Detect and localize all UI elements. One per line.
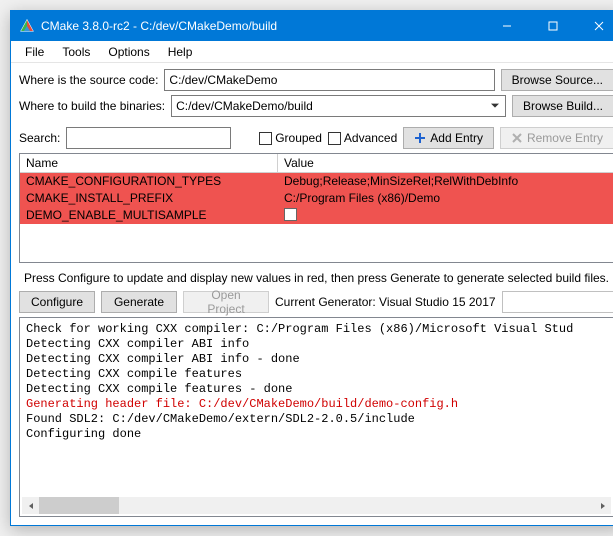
log-line: Check for working CXX compiler: C:/Progr… [26,322,609,337]
grouped-label: Grouped [275,131,322,145]
build-path-combo[interactable]: C:/dev/CMakeDemo/build [171,95,506,117]
cache-table: Name Value CMAKE_CONFIGURATION_TYPESDebu… [19,153,613,263]
menu-file[interactable]: File [17,43,52,61]
advanced-checkbox[interactable]: Advanced [328,131,397,145]
cache-name: CMAKE_CONFIGURATION_TYPES [20,173,278,190]
open-project-button[interactable]: Open Project [183,291,269,313]
menubar: File Tools Options Help [11,41,613,63]
table-row[interactable]: DEMO_ENABLE_MULTISAMPLE [20,207,613,224]
search-input[interactable] [66,127,231,149]
scrollbar-horizontal[interactable] [22,497,611,514]
client-area: Where is the source code: Browse Source.… [11,63,613,525]
cache-body[interactable]: CMAKE_CONFIGURATION_TYPESDebug;Release;M… [20,173,613,262]
remove-entry-button[interactable]: Remove Entry [500,127,613,149]
log-line: Generating header file: C:/dev/CMakeDemo… [26,397,609,412]
col-value[interactable]: Value [278,154,613,172]
table-row[interactable]: CMAKE_CONFIGURATION_TYPESDebug;Release;M… [20,173,613,190]
cache-value[interactable]: C:/Program Files (x86)/Demo [278,190,613,207]
browse-build-button[interactable]: Browse Build... [512,95,613,117]
scroll-thumb[interactable] [39,497,119,514]
scroll-left-icon[interactable] [22,497,39,514]
remove-entry-label: Remove Entry [527,131,603,145]
cache-name: DEMO_ENABLE_MULTISAMPLE [20,207,278,224]
cache-header: Name Value [20,154,613,173]
window: CMake 3.8.0-rc2 - C:/dev/CMakeDemo/build… [10,10,613,526]
checkbox-icon [328,132,341,145]
window-title: CMake 3.8.0-rc2 - C:/dev/CMakeDemo/build [41,19,484,33]
log-line: Detecting CXX compiler ABI info [26,337,609,352]
generate-button[interactable]: Generate [101,291,177,313]
log-line: Found SDL2: C:/dev/CMakeDemo/extern/SDL2… [26,412,609,427]
configure-button[interactable]: Configure [19,291,95,313]
menu-help[interactable]: Help [160,43,201,61]
minimize-button[interactable] [484,11,530,41]
log-line: Detecting CXX compile features [26,367,609,382]
log-line: Detecting CXX compiler ABI info - done [26,352,609,367]
window-controls [484,11,613,41]
hint-text: Press Configure to update and display ne… [19,267,613,287]
log-output: Check for working CXX compiler: C:/Progr… [19,317,613,517]
checkbox-icon[interactable] [284,208,297,221]
menu-options[interactable]: Options [100,43,157,61]
grouped-checkbox[interactable]: Grouped [259,131,322,145]
add-entry-button[interactable]: Add Entry [403,127,494,149]
binaries-label: Where to build the binaries: [19,99,165,113]
scroll-track[interactable] [39,497,594,514]
checkbox-icon [259,132,272,145]
x-icon [511,132,523,144]
cache-value[interactable] [278,207,613,224]
advanced-label: Advanced [344,131,397,145]
browse-source-button[interactable]: Browse Source... [501,69,613,91]
close-button[interactable] [576,11,613,41]
source-label: Where is the source code: [19,73,158,87]
log-line: Configuring done [26,427,609,442]
col-name[interactable]: Name [20,154,278,172]
log-body[interactable]: Check for working CXX compiler: C:/Progr… [22,320,611,497]
scroll-right-icon[interactable] [594,497,611,514]
maximize-button[interactable] [530,11,576,41]
search-label: Search: [19,131,60,145]
progress-box [502,291,613,313]
cache-name: CMAKE_INSTALL_PREFIX [20,190,278,207]
source-path-input[interactable] [164,69,494,91]
plus-icon [414,132,426,144]
table-row[interactable]: CMAKE_INSTALL_PREFIXC:/Program Files (x8… [20,190,613,207]
menu-tools[interactable]: Tools [54,43,98,61]
app-icon [19,18,35,34]
add-entry-label: Add Entry [430,131,483,145]
cache-value[interactable]: Debug;Release;MinSizeRel;RelWithDebInfo [278,173,613,190]
current-generator: Current Generator: Visual Studio 15 2017 [275,295,496,309]
log-line: Detecting CXX compile features - done [26,382,609,397]
titlebar: CMake 3.8.0-rc2 - C:/dev/CMakeDemo/build [11,11,613,41]
build-path-value: C:/dev/CMakeDemo/build [176,99,313,113]
